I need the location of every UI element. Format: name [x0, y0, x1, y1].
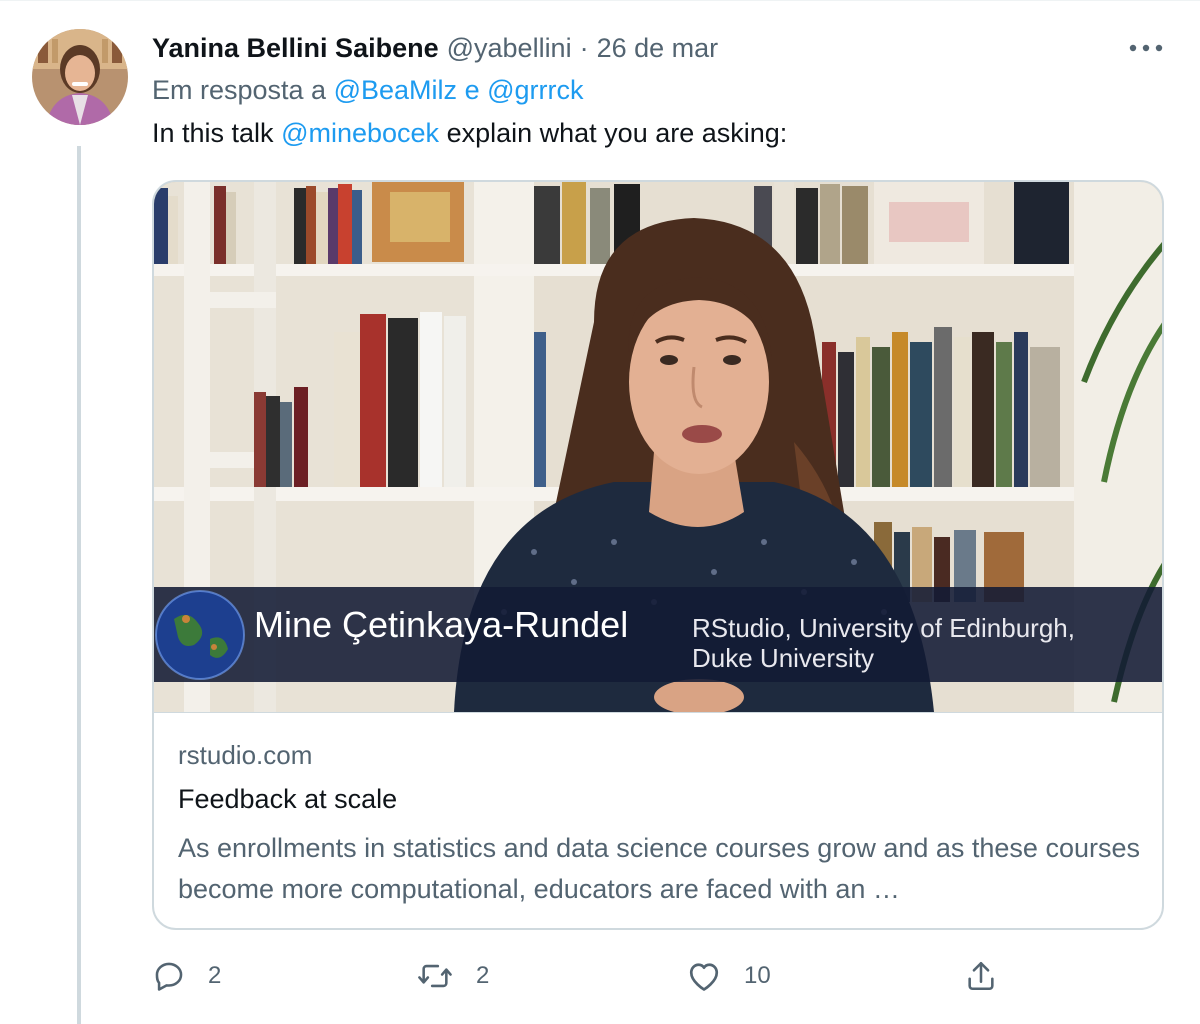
avatar[interactable] — [32, 29, 128, 125]
card-title: Feedback at scale — [178, 784, 398, 814]
more-options-button[interactable] — [1126, 34, 1166, 62]
avatar-photo — [32, 29, 128, 125]
link-card[interactable]: Mine Çetinkaya-Rundel RStudio, Universit… — [152, 180, 1164, 930]
separator-dot: · — [579, 32, 589, 63]
retweet-icon — [418, 964, 452, 988]
tweet-text-after: explain what you are asking: — [446, 118, 788, 148]
globe-logo — [155, 590, 245, 680]
thread-connector-line — [77, 146, 81, 1024]
share-icon — [968, 961, 994, 991]
video-speaker-affiliation: RStudio, University of Edinburgh, Duke U… — [692, 613, 1075, 673]
tweet-text-before: In this talk — [152, 118, 274, 148]
reply-prefix: Em resposta a — [152, 75, 327, 105]
affiliation-line-2: Duke University — [692, 643, 875, 673]
reply-mention-grrrck[interactable]: @grrrck — [487, 75, 583, 105]
author-handle[interactable]: @yabellini — [447, 33, 572, 64]
retweet-button[interactable]: 2 — [416, 956, 489, 996]
like-count: 10 — [744, 962, 771, 989]
card-description: As enrollments in statistics and data sc… — [178, 833, 1140, 904]
tweet-mention-minebocek[interactable]: @minebocek — [281, 118, 439, 148]
share-button[interactable] — [964, 956, 998, 996]
more-horizontal-icon — [1129, 44, 1163, 52]
top-divider — [0, 0, 1200, 1]
reply-mention-beamilz[interactable]: @BeaMilz — [334, 75, 457, 105]
tweet-header: Yanina Bellini Saibene @yabellini · 26 d… — [152, 30, 718, 66]
reply-joiner: e — [464, 75, 480, 105]
author-name[interactable]: Yanina Bellini Saibene — [152, 33, 439, 64]
reply-icon — [155, 962, 183, 991]
heart-icon — [689, 963, 719, 991]
retweet-count: 2 — [476, 962, 490, 989]
tweet-date[interactable]: 26 de mar — [597, 33, 719, 64]
affiliation-line-1: RStudio, University of Edinburgh, — [692, 613, 1075, 643]
tweet-actions: 2 2 10 — [152, 956, 1012, 996]
reply-button[interactable]: 2 — [152, 956, 221, 996]
reply-count: 2 — [208, 962, 222, 989]
like-button[interactable]: 10 — [686, 956, 771, 996]
card-divider — [154, 712, 1162, 713]
card-domain: rstudio.com — [178, 740, 313, 770]
card-video-thumbnail[interactable]: Mine Çetinkaya-Rundel RStudio, Universit… — [154, 182, 1162, 712]
tweet-text: In this talk @minebocek explain what you… — [152, 118, 787, 149]
reply-context: Em resposta a @BeaMilz e @grrrck — [152, 75, 584, 106]
video-speaker-name: Mine Çetinkaya-Rundel — [254, 604, 629, 645]
